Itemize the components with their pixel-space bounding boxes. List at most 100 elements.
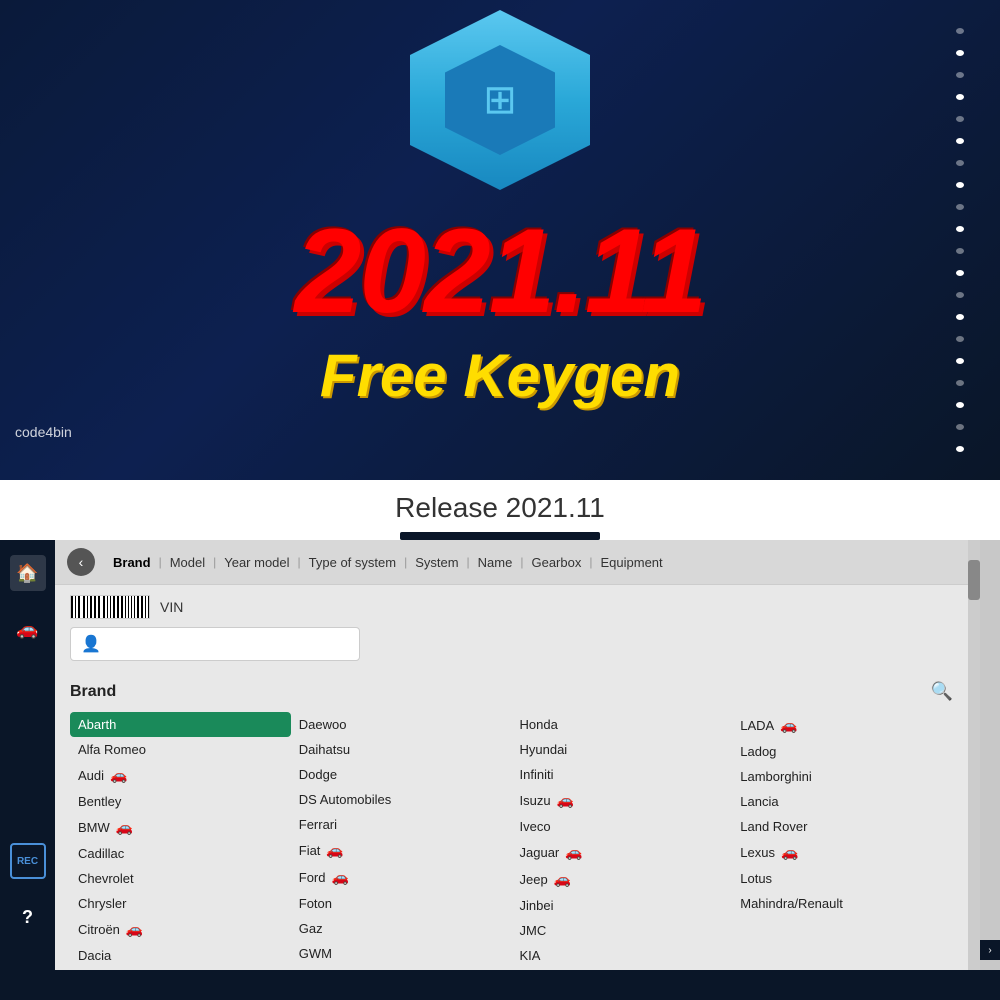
brand-item-fiat[interactable]: Fiat 🚗 xyxy=(291,837,512,864)
dot-14 xyxy=(956,314,964,320)
brand-grid: Abarth Alfa Romeo Audi 🚗 Bentley BMW 🚗 xyxy=(70,712,953,968)
brand-header: Brand 🔍 xyxy=(70,681,953,702)
sidebar-car-button[interactable]: 🚗 xyxy=(10,611,46,647)
brand-item-alfa[interactable]: Alfa Romeo xyxy=(70,737,291,762)
brand-item-jaguar[interactable]: Jaguar 🚗 xyxy=(512,839,733,866)
brand-item-jeep[interactable]: Jeep 🚗 xyxy=(512,866,733,893)
brand-item-daihatsu[interactable]: Daihatsu xyxy=(291,737,512,762)
brand-item-lancia[interactable]: Lancia xyxy=(732,789,953,814)
brand-name-fiat: Fiat xyxy=(299,843,321,858)
fiat-car-icon: 🚗 xyxy=(326,842,343,859)
brand-item-gaz[interactable]: Gaz xyxy=(291,916,512,941)
brand-item-citroen[interactable]: Citroën 🚗 xyxy=(70,916,291,943)
brand-name-citroen: Citroën xyxy=(78,922,120,937)
next-arrow-button[interactable]: › xyxy=(980,940,1000,960)
brand-item-ds[interactable]: DS Automobiles xyxy=(291,787,512,812)
sidebar-home-button[interactable]: 🏠 xyxy=(10,555,46,591)
dot-6 xyxy=(956,138,964,144)
brand-name-lamborghini: Lamborghini xyxy=(740,769,812,784)
brand-section: Brand 🔍 Abarth Alfa Romeo Audi 🚗 xyxy=(55,671,968,970)
brand-item-gwm[interactable]: GWM xyxy=(291,941,512,966)
brand-name-chrysler: Chrysler xyxy=(78,896,126,911)
brand-item-chevrolet[interactable]: Chevrolet xyxy=(70,866,291,891)
vin-search-input[interactable] xyxy=(109,637,349,652)
dot-15 xyxy=(956,336,964,342)
brand-item-jinbei[interactable]: Jinbei xyxy=(512,893,733,918)
breadcrumb-name[interactable]: Name xyxy=(470,553,521,572)
brand-item-jmc[interactable]: JMC xyxy=(512,918,733,943)
jaguar-car-icon: 🚗 xyxy=(565,844,582,861)
breadcrumb-type[interactable]: Type of system xyxy=(301,553,404,572)
breadcrumb-model[interactable]: Model xyxy=(162,553,213,572)
brand-item-landrover[interactable]: Land Rover xyxy=(732,814,953,839)
brand-item-isuzu[interactable]: Isuzu 🚗 xyxy=(512,787,733,814)
sidebar-help-button[interactable]: ? xyxy=(10,899,46,935)
dot-19 xyxy=(956,424,964,430)
brand-item-chrysler[interactable]: Chrysler xyxy=(70,891,291,916)
rec-button[interactable]: REC xyxy=(10,843,46,879)
breadcrumb-equipment[interactable]: Equipment xyxy=(592,553,670,572)
release-progress-bar xyxy=(400,532,600,540)
scrollbar-thumb[interactable] xyxy=(968,560,980,600)
sidebar-bottom: REC ? xyxy=(10,843,46,955)
brand-item-dodge[interactable]: Dodge xyxy=(291,762,512,787)
breadcrumb-brand[interactable]: Brand xyxy=(105,553,159,572)
brand-name-jinbei: Jinbei xyxy=(520,898,554,913)
brand-name-infiniti: Infiniti xyxy=(520,767,554,782)
dot-4 xyxy=(956,94,964,100)
brand-item-daewoo[interactable]: Daewoo xyxy=(291,712,512,737)
brand-search-icon[interactable]: 🔍 xyxy=(931,681,953,702)
brand-name-bentley: Bentley xyxy=(78,794,121,809)
brand-item-mahindra[interactable]: Mahindra/Renault xyxy=(732,891,953,916)
brand-item-ladog[interactable]: Ladog xyxy=(732,739,953,764)
dot-20 xyxy=(956,446,964,452)
dots-decoration xyxy=(920,0,1000,480)
brand-item-bentley[interactable]: Bentley xyxy=(70,789,291,814)
sidebar: 🏠 🚗 REC ? xyxy=(0,540,55,970)
dot-16 xyxy=(956,358,964,364)
brand-item-audi[interactable]: Audi 🚗 xyxy=(70,762,291,789)
app-area: 🏠 🚗 REC ? ‹ Brand | Model | Year model | xyxy=(0,540,1000,970)
brand-name-dodge: Dodge xyxy=(299,767,337,782)
watermark: code4bin xyxy=(15,424,72,440)
breadcrumb-system[interactable]: System xyxy=(407,553,466,572)
brand-item-lamborghini[interactable]: Lamborghini xyxy=(732,764,953,789)
brand-title: Brand xyxy=(70,683,116,701)
jeep-car-icon: 🚗 xyxy=(554,871,571,888)
brand-item-honda[interactable]: Honda xyxy=(512,712,733,737)
brand-name-ferrari: Ferrari xyxy=(299,817,337,832)
brand-name-foton: Foton xyxy=(299,896,332,911)
brand-item-lotus[interactable]: Lotus xyxy=(732,866,953,891)
vertical-scrollbar[interactable] xyxy=(968,540,980,970)
brand-name-cadillac: Cadillac xyxy=(78,846,124,861)
brand-item-hyundai[interactable]: Hyundai xyxy=(512,737,733,762)
brand-item-lexus[interactable]: Lexus 🚗 xyxy=(732,839,953,866)
breadcrumb-gearbox[interactable]: Gearbox xyxy=(523,553,589,572)
brand-item-ford[interactable]: Ford 🚗 xyxy=(291,864,512,891)
brand-item-lada[interactable]: LADA 🚗 xyxy=(732,712,953,739)
right-panel: › xyxy=(980,540,1000,970)
brand-item-iveco[interactable]: Iveco xyxy=(512,814,733,839)
brand-item-kia[interactable]: KIA xyxy=(512,943,733,968)
breadcrumb-items: Brand | Model | Year model | Type of sys… xyxy=(105,553,671,572)
brand-item-ferrari[interactable]: Ferrari xyxy=(291,812,512,837)
brand-item-abarth[interactable]: Abarth xyxy=(70,712,291,737)
ford-car-icon: 🚗 xyxy=(331,869,348,886)
back-button[interactable]: ‹ xyxy=(67,548,95,576)
vin-search-field[interactable]: 👤 xyxy=(70,627,360,661)
brand-item-bmw[interactable]: BMW 🚗 xyxy=(70,814,291,841)
brand-name-lotus: Lotus xyxy=(740,871,772,886)
release-bar: Release 2021.11 xyxy=(0,480,1000,540)
brand-item-dacia[interactable]: Dacia xyxy=(70,943,291,968)
brand-name-honda: Honda xyxy=(520,717,558,732)
dot-12 xyxy=(956,270,964,276)
brand-name-lexus: Lexus xyxy=(740,845,775,860)
dot-9 xyxy=(956,204,964,210)
breadcrumb-year[interactable]: Year model xyxy=(216,553,297,572)
lexus-car-icon: 🚗 xyxy=(781,844,798,861)
brand-item-foton[interactable]: Foton xyxy=(291,891,512,916)
brand-name-daihatsu: Daihatsu xyxy=(299,742,350,757)
brand-item-infiniti[interactable]: Infiniti xyxy=(512,762,733,787)
brand-item-cadillac[interactable]: Cadillac xyxy=(70,841,291,866)
version-number: 2021.11 xyxy=(295,211,706,331)
